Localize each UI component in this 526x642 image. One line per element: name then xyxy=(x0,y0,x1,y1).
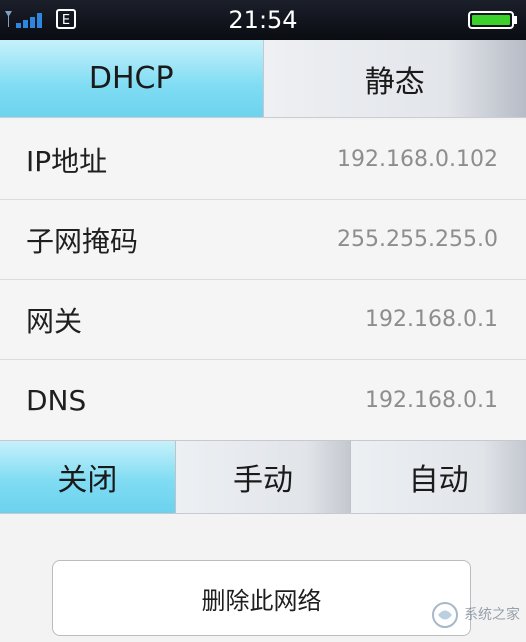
tab-dhcp[interactable]: DHCP xyxy=(0,40,263,117)
watermark-icon xyxy=(432,602,458,628)
network-settings-list: IP地址 192.168.0.102 子网掩码 255.255.255.0 网关… xyxy=(0,120,526,440)
gateway-value: 192.168.0.1 xyxy=(365,307,498,332)
ip-mode-tabs: DHCP 静态 xyxy=(0,40,526,118)
segment-manual[interactable]: 手动 xyxy=(174,441,351,513)
watermark-text: 系统之家 xyxy=(464,607,520,623)
dns-label: DNS xyxy=(26,383,87,417)
segment-auto[interactable]: 自动 xyxy=(350,441,526,513)
ip-address-value: 192.168.0.102 xyxy=(337,147,498,172)
ip-address-label: IP地址 xyxy=(26,144,108,178)
dns-value: 192.168.0.1 xyxy=(365,387,498,413)
segment-off[interactable]: 关闭 xyxy=(0,441,175,513)
status-bar: E 21:54 xyxy=(0,0,526,40)
clock-time: 21:54 xyxy=(228,6,298,34)
watermark-logo: 系统之家 xyxy=(430,600,520,636)
proxy-segmented-control: 关闭 手动 自动 xyxy=(0,440,526,514)
subnet-mask-label: 子网掩码 xyxy=(26,224,139,258)
dns-row[interactable]: DNS 192.168.0.1 xyxy=(0,360,526,440)
delete-network-button[interactable]: 删除此网络 xyxy=(52,560,471,636)
battery-icon xyxy=(468,11,517,29)
gateway-label: 网关 xyxy=(26,304,83,338)
tab-static[interactable]: 静态 xyxy=(262,40,526,117)
subnet-mask-row[interactable]: 子网掩码 255.255.255.0 xyxy=(0,200,526,280)
subnet-mask-value: 255.255.255.0 xyxy=(337,227,498,252)
ip-address-row[interactable]: IP地址 192.168.0.102 xyxy=(0,120,526,200)
gateway-row[interactable]: 网关 192.168.0.1 xyxy=(0,280,526,360)
